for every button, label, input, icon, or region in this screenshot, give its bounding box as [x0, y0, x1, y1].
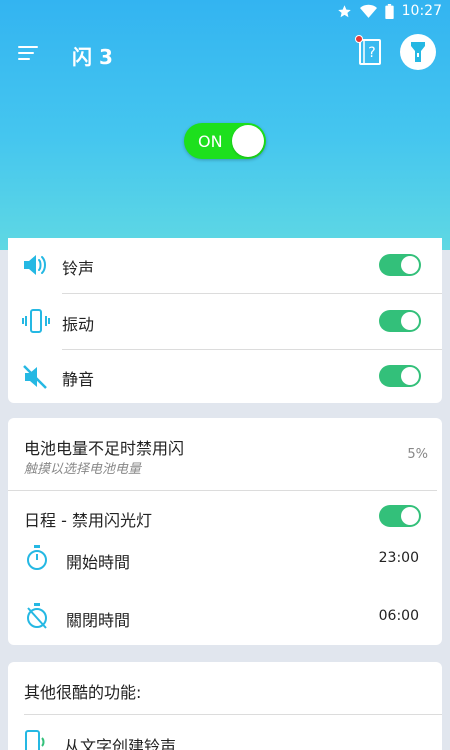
- notification-dot: [355, 35, 363, 43]
- app-title: 闪 3: [72, 45, 113, 69]
- wifi-icon: [359, 4, 377, 18]
- more-features-title: 其他很酷的功能:: [24, 683, 142, 702]
- silent-label: 静音: [62, 370, 95, 389]
- phone-ringtone-icon: [25, 730, 45, 750]
- end-time-item[interactable]: 關閉時間 06:00: [8, 599, 442, 645]
- list-item-ringtone[interactable]: 铃声: [8, 238, 442, 293]
- svg-text:?: ?: [368, 45, 375, 61]
- text-to-ringtone-label: 从文字创建铃声: [64, 737, 177, 750]
- vibrate-toggle[interactable]: [379, 310, 421, 332]
- star-icon: [337, 4, 351, 17]
- help-book-icon[interactable]: ?: [355, 35, 382, 66]
- schedule-label: 日程 - 禁用闪光灯: [24, 511, 152, 530]
- main-switch-label: ON: [198, 132, 223, 151]
- battery-hint: 触摸以选择电池电量: [24, 462, 142, 477]
- status-bar: 10:27: [0, 0, 450, 24]
- flashlight-button[interactable]: [400, 34, 436, 70]
- battery-icon: [384, 3, 394, 19]
- alert-modes-card: 铃声 振动 静音: [8, 238, 442, 403]
- ringtone-toggle[interactable]: [379, 254, 421, 276]
- main-switch-knob: [232, 125, 264, 157]
- end-time-label: 關閉時間: [66, 611, 131, 630]
- app-toolbar: 闪 3 ?: [0, 30, 450, 76]
- more-features-card: 其他很酷的功能: 从文字创建铃声: [8, 662, 442, 750]
- start-time-value: 23:00: [378, 550, 419, 566]
- mute-icon: [23, 365, 47, 389]
- stopwatch-icon: [27, 545, 47, 570]
- settings-card: 电池电量不足时禁用闪 触摸以选择电池电量 5% 日程 - 禁用闪光灯 開始時間 …: [8, 418, 442, 645]
- vibrate-label: 振动: [62, 315, 95, 334]
- list-item-silent[interactable]: 静音: [8, 350, 442, 403]
- start-time-item[interactable]: 開始時間 23:00: [8, 541, 442, 593]
- status-time: 10:27: [401, 3, 442, 19]
- battery-value: 5%: [407, 447, 428, 462]
- battery-label: 电池电量不足时禁用闪: [24, 439, 185, 458]
- hamburger-menu-icon[interactable]: [16, 40, 42, 66]
- main-flash-switch[interactable]: ON: [184, 123, 266, 159]
- timer-off-icon: [27, 603, 47, 629]
- speaker-icon: [24, 255, 46, 275]
- flashlight-icon: [411, 42, 425, 62]
- ringtone-label: 铃声: [62, 259, 95, 278]
- silent-toggle[interactable]: [379, 365, 421, 387]
- end-time-value: 06:00: [378, 608, 419, 624]
- text-to-ringtone-item[interactable]: 从文字创建铃声: [8, 715, 442, 750]
- start-time-label: 開始時間: [66, 553, 131, 572]
- battery-threshold-item[interactable]: 电池电量不足时禁用闪 触摸以选择电池电量 5%: [8, 418, 442, 490]
- vibrate-icon: [22, 309, 50, 333]
- list-item-vibrate[interactable]: 振动: [8, 294, 442, 349]
- schedule-toggle[interactable]: [379, 505, 421, 527]
- schedule-item[interactable]: 日程 - 禁用闪光灯: [8, 491, 442, 541]
